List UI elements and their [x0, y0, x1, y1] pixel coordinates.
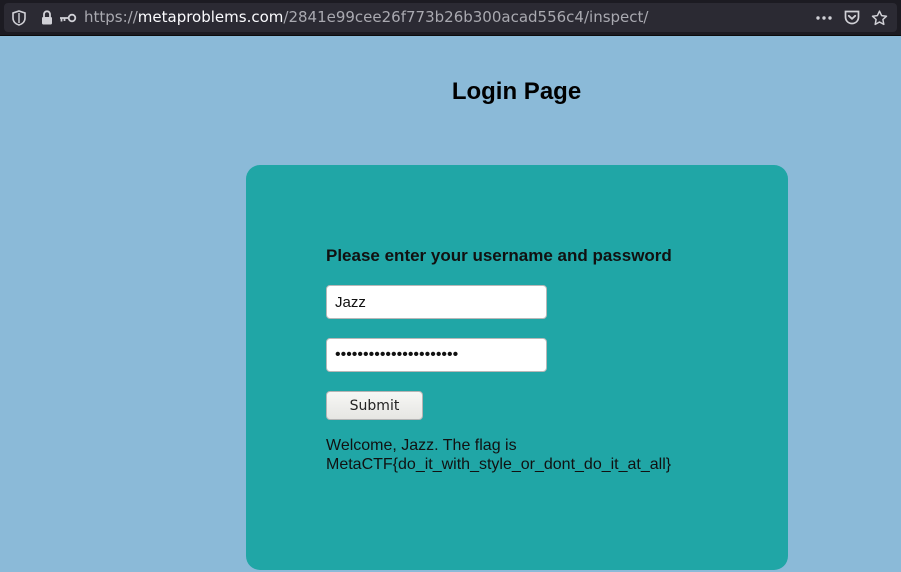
- url-text[interactable]: https://metaproblems.com/2841e99cee26f77…: [84, 9, 648, 26]
- url-scheme: https://: [84, 8, 138, 26]
- flag-text: MetaCTF{do_it_with_style_or_dont_do_it_a…: [326, 456, 672, 473]
- pocket-icon[interactable]: [842, 3, 862, 32]
- welcome-message: Welcome, Jazz. The flag is MetaCTF{do_it…: [326, 436, 671, 474]
- password-input[interactable]: [326, 338, 547, 372]
- shield-icon[interactable]: [11, 3, 27, 32]
- more-icon[interactable]: [814, 3, 834, 32]
- url-bar[interactable]: https://metaproblems.com/2841e99cee26f77…: [4, 3, 897, 32]
- page-title: Login Page: [451, 78, 582, 105]
- url-host: metaproblems.com: [137, 8, 284, 26]
- username-input[interactable]: [326, 285, 547, 319]
- submit-button[interactable]: Submit: [326, 391, 423, 420]
- login-card: Please enter your username and password …: [246, 165, 788, 570]
- url-path: /2841e99cee26f773b26b300acad556c4/inspec…: [283, 8, 649, 26]
- login-prompt: Please enter your username and password: [326, 246, 672, 265]
- lock-icon[interactable]: [40, 3, 54, 32]
- bookmark-star-icon[interactable]: [869, 3, 889, 32]
- key-icon[interactable]: [58, 3, 78, 32]
- browser-toolbar: https://metaproblems.com/2841e99cee26f77…: [0, 0, 901, 36]
- welcome-line: Welcome, Jazz. The flag is: [326, 437, 517, 454]
